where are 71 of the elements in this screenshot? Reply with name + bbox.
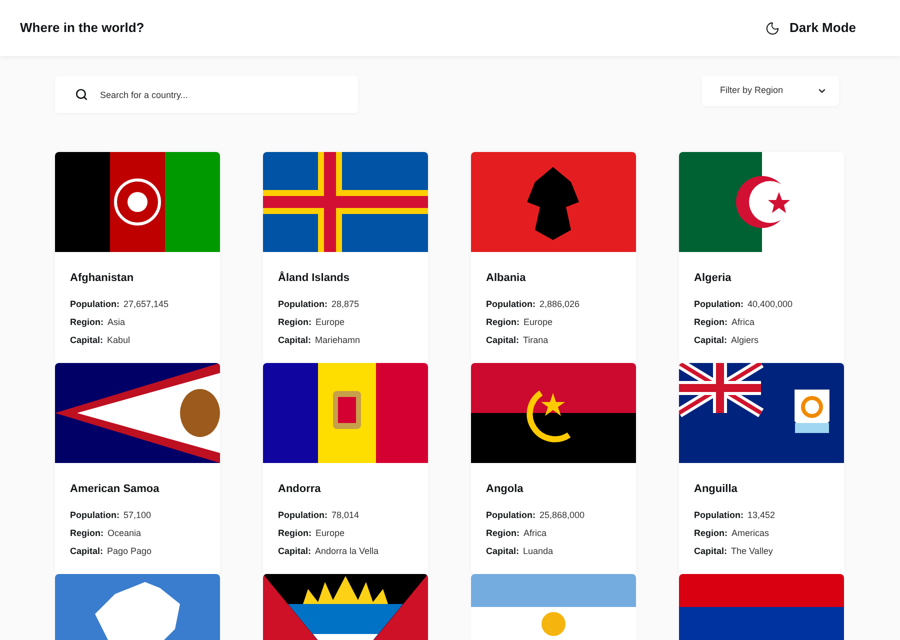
field-value: Asia <box>108 316 126 328</box>
field-value: Europe <box>316 316 345 329</box>
field-value: Africa <box>732 316 755 328</box>
country-name: Åland Islands <box>278 270 351 286</box>
country-card[interactable]: Anguilla Population: 13,452 Region: Americas Capital: The Valley <box>679 363 844 574</box>
field-label: Population: <box>694 298 744 311</box>
field-value: Tirana <box>523 334 548 346</box>
field-label: Population: <box>486 298 536 311</box>
field-value: 13,452 <box>748 508 776 522</box>
field-value: Oceania <box>108 526 142 540</box>
field-value: Luanda <box>523 544 554 558</box>
country-card[interactable]: American Samoa Population: 57,100 Region: Oceania Capital: Pago Pago <box>55 363 220 574</box>
dark-mode-toggle[interactable]: Dark Mode <box>764 18 856 38</box>
field-value: 78,014 <box>332 508 360 522</box>
country-card[interactable]: Algeria Population: 40,400,000 Region: Africa Capital: Algiers <box>679 152 844 363</box>
field-label: Region: <box>486 316 520 329</box>
field-value: Europe <box>524 316 553 329</box>
country-card[interactable]: Albania Population: 2,886,026 Region: Europe Capital: Tirana <box>471 152 636 363</box>
field-label: Population: <box>486 508 536 522</box>
country-name: Algeria <box>694 271 732 286</box>
field-label: Population: <box>278 508 328 522</box>
field-label: Capital: <box>278 334 312 347</box>
field-label: Capital: <box>486 544 520 558</box>
field-label: Capital: <box>694 544 728 558</box>
field-value: Algiers <box>731 334 759 347</box>
site-title: Where in the world? <box>20 19 144 38</box>
region-filter-dropdown[interactable]: Filter by Region <box>702 76 839 106</box>
country-card[interactable]: Åland Islands Population: 28,875 Region: Europe Capital: Mariehamn <box>263 152 428 363</box>
field-value: The Valley <box>731 544 773 558</box>
field-value: 25,868,000 <box>540 508 585 522</box>
country-card[interactable]: Angola Population: 25,868,000 Region: Africa Capital: Luanda <box>471 363 636 574</box>
field-label: Region: <box>694 316 728 329</box>
field-value: Americas <box>732 526 770 540</box>
field-label: Region: <box>70 526 104 540</box>
field-label: Capital: <box>694 334 728 347</box>
country-name: Andorra <box>278 482 322 497</box>
field-value: Mariehamn <box>315 334 360 346</box>
country-name: Angola <box>486 482 524 497</box>
field-label: Capital: <box>486 334 520 347</box>
field-value: 40,400,000 <box>748 298 793 310</box>
country-card[interactable]: Afghanistan Population: 27,657,145 Region: Asia Capital: Kabul <box>55 152 220 363</box>
field-value: Andorra la Vella <box>315 544 379 558</box>
field-value: Pago Pago <box>107 544 152 558</box>
field-label: Region: <box>694 526 728 540</box>
search-field[interactable]: Search for a country... <box>55 76 358 113</box>
field-label: Region: <box>486 526 520 540</box>
field-value: Kabul <box>107 334 130 346</box>
field-value: 28,875 <box>332 298 360 310</box>
field-label: Capital: <box>278 544 312 558</box>
field-label: Region: <box>278 526 312 540</box>
field-label: Capital: <box>70 334 104 347</box>
field-value: Europe <box>316 526 345 540</box>
field-value: 57,100 <box>124 508 152 522</box>
field-label: Capital: <box>70 544 104 558</box>
country-card[interactable]: Andorra Population: 78,014 Region: Europe Capital: Andorra la Vella <box>263 363 428 574</box>
field-value: 27,657,145 <box>124 298 169 310</box>
country-name: Albania <box>486 271 527 286</box>
field-label: Population: <box>70 508 120 522</box>
field-label: Region: <box>70 316 104 329</box>
field-label: Population: <box>694 508 744 522</box>
field-value: 2,886,026 <box>540 298 580 310</box>
field-label: Region: <box>278 316 312 329</box>
country-name: American Samoa <box>70 482 160 497</box>
field-label: Population: <box>70 298 120 311</box>
field-label: Population: <box>278 298 328 311</box>
search-icon <box>75 88 88 101</box>
country-name: Afghanistan <box>70 271 135 286</box>
chevron-down-icon <box>817 86 827 96</box>
country-name: Anguilla <box>694 482 738 497</box>
field-value: Africa <box>524 526 547 540</box>
moon-icon <box>764 20 780 36</box>
